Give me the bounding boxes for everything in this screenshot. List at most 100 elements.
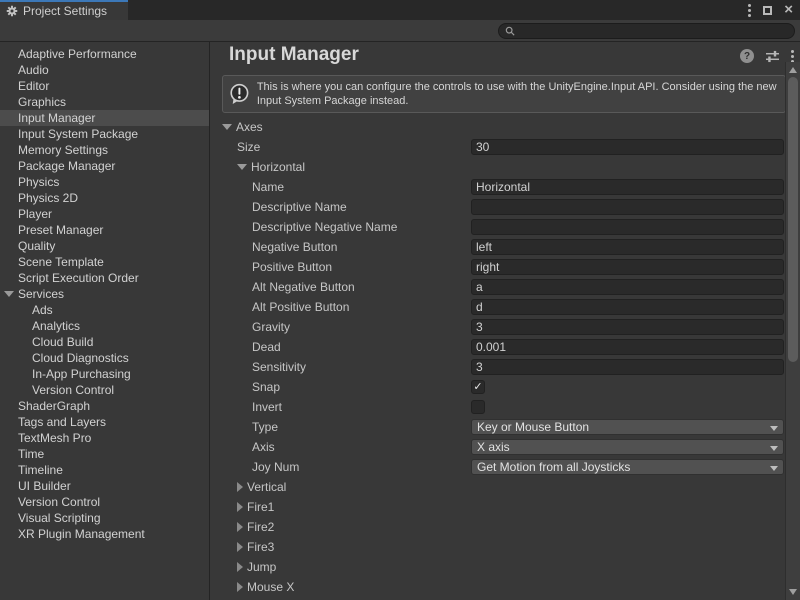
setting-label-vertical[interactable]: Vertical	[247, 480, 286, 494]
page-title: Input Manager	[229, 44, 359, 66]
foldout-closed-icon[interactable]	[237, 482, 243, 492]
sidebar-item-label: Time	[18, 447, 44, 461]
search-input[interactable]	[519, 25, 788, 37]
type-dropdown[interactable]: Key or Mouse Button	[471, 419, 784, 435]
foldout-closed-icon[interactable]	[237, 502, 243, 512]
sidebar-item-shadergraph[interactable]: ShaderGraph	[0, 398, 209, 414]
scroll-down-icon[interactable]	[789, 589, 797, 595]
sidebar-item-ads[interactable]: Ads	[0, 302, 209, 318]
sidebar-item-services[interactable]: Services	[0, 286, 209, 302]
foldout-open-icon[interactable]	[4, 291, 14, 297]
setting-label-horizontal[interactable]: Horizontal	[251, 160, 305, 174]
info-icon	[229, 80, 250, 108]
setting-label-gravity: Gravity	[252, 320, 290, 334]
setting-row-alt-negative-button: Alt Negative Buttona	[213, 277, 785, 297]
presets-icon[interactable]	[765, 50, 780, 63]
panel-more-menu-icon[interactable]	[791, 50, 794, 63]
tab-label: Project Settings	[23, 4, 107, 18]
axis-dropdown[interactable]: X axis	[471, 439, 784, 455]
setting-label-axis: Axis	[252, 440, 275, 454]
sidebar-item-timeline[interactable]: Timeline	[0, 462, 209, 478]
setting-row-vertical: Vertical	[213, 477, 785, 497]
sidebar-item-scene-template[interactable]: Scene Template	[0, 254, 209, 270]
tab-project-settings[interactable]: Project Settings	[0, 0, 128, 20]
setting-row-fire3: Fire3	[213, 537, 785, 557]
vertical-scrollbar[interactable]	[785, 62, 800, 600]
setting-row-horizontal: Horizontal	[213, 157, 785, 177]
sidebar-item-input-manager[interactable]: Input Manager	[0, 110, 209, 126]
search-box[interactable]	[498, 23, 795, 39]
sidebar-item-cloud-build[interactable]: Cloud Build	[0, 334, 209, 350]
foldout-open-icon[interactable]	[222, 124, 232, 130]
sidebar-item-audio[interactable]: Audio	[0, 62, 209, 78]
sidebar-item-quality[interactable]: Quality	[0, 238, 209, 254]
descriptive-name-field[interactable]	[471, 199, 784, 215]
alt-negative-button-field[interactable]: a	[471, 279, 784, 295]
sidebar-item-player[interactable]: Player	[0, 206, 209, 222]
setting-row-axes: Axes	[213, 117, 785, 137]
sidebar-item-ui-builder[interactable]: UI Builder	[0, 478, 209, 494]
scroll-up-icon[interactable]	[789, 67, 797, 73]
sidebar-item-script-execution-order[interactable]: Script Execution Order	[0, 270, 209, 286]
sidebar-item-xr-plugin-management[interactable]: XR Plugin Management	[0, 526, 209, 542]
sidebar-item-in-app-purchasing[interactable]: In-App Purchasing	[0, 366, 209, 382]
info-text: This is where you can configure the cont…	[257, 80, 777, 108]
sidebar-item-label: Visual Scripting	[18, 511, 101, 525]
sidebar-item-tags-and-layers[interactable]: Tags and Layers	[0, 414, 209, 430]
window-menu-icon[interactable]	[748, 4, 751, 17]
sidebar-item-analytics[interactable]: Analytics	[0, 318, 209, 334]
setting-label-descriptive-negative-name: Descriptive Negative Name	[252, 220, 397, 234]
joy-num-dropdown[interactable]: Get Motion from all Joysticks	[471, 459, 784, 475]
snap-checkbox[interactable]: ✓	[471, 380, 485, 394]
setting-label-mouse-x[interactable]: Mouse X	[247, 580, 294, 594]
sidebar-item-preset-manager[interactable]: Preset Manager	[0, 222, 209, 238]
foldout-closed-icon[interactable]	[237, 542, 243, 552]
setting-label-fire1[interactable]: Fire1	[247, 500, 274, 514]
sidebar-item-graphics[interactable]: Graphics	[0, 94, 209, 110]
sidebar-item-adaptive-performance[interactable]: Adaptive Performance	[0, 46, 209, 62]
maximize-icon[interactable]	[763, 6, 772, 15]
sidebar-item-label: Script Execution Order	[18, 271, 139, 285]
help-icon[interactable]: ?	[740, 49, 754, 63]
tab-bar: Project Settings ×	[0, 0, 800, 20]
sidebar-item-label: Input Manager	[18, 111, 95, 125]
sidebar-item-input-system-package[interactable]: Input System Package	[0, 126, 209, 142]
setting-label-fire3[interactable]: Fire3	[247, 540, 274, 554]
positive-button-field[interactable]: right	[471, 259, 784, 275]
sidebar-item-version-control[interactable]: Version Control	[0, 382, 209, 398]
descriptive-negative-name-field[interactable]	[471, 219, 784, 235]
foldout-open-icon[interactable]	[237, 164, 247, 170]
close-icon[interactable]: ×	[784, 5, 793, 15]
foldout-closed-icon[interactable]	[237, 582, 243, 592]
sidebar-item-textmesh-pro[interactable]: TextMesh Pro	[0, 430, 209, 446]
setting-row-fire1: Fire1	[213, 497, 785, 517]
setting-label-fire2[interactable]: Fire2	[247, 520, 274, 534]
size-field[interactable]: 30	[471, 139, 784, 155]
setting-label-axes[interactable]: Axes	[236, 120, 263, 134]
setting-label-size: Size	[237, 140, 260, 154]
chevron-down-icon	[770, 466, 778, 471]
name-field[interactable]: Horizontal	[471, 179, 784, 195]
negative-button-field[interactable]: left	[471, 239, 784, 255]
sidebar-item-time[interactable]: Time	[0, 446, 209, 462]
sidebar-item-physics[interactable]: Physics	[0, 174, 209, 190]
foldout-closed-icon[interactable]	[237, 522, 243, 532]
setting-label-jump[interactable]: Jump	[247, 560, 276, 574]
sidebar-item-label: Ads	[32, 303, 53, 317]
sidebar-item-package-manager[interactable]: Package Manager	[0, 158, 209, 174]
alt-positive-button-field[interactable]: d	[471, 299, 784, 315]
foldout-closed-icon[interactable]	[237, 562, 243, 572]
sidebar-item-editor[interactable]: Editor	[0, 78, 209, 94]
sidebar-item-version-control[interactable]: Version Control	[0, 494, 209, 510]
sidebar-item-memory-settings[interactable]: Memory Settings	[0, 142, 209, 158]
sidebar-item-physics-2d[interactable]: Physics 2D	[0, 190, 209, 206]
dead-field[interactable]: 0.001	[471, 339, 784, 355]
sidebar-item-visual-scripting[interactable]: Visual Scripting	[0, 510, 209, 526]
settings-sidebar: Adaptive PerformanceAudioEditorGraphicsI…	[0, 42, 210, 600]
sidebar-item-label: Quality	[18, 239, 55, 253]
sidebar-item-cloud-diagnostics[interactable]: Cloud Diagnostics	[0, 350, 209, 366]
gravity-field[interactable]: 3	[471, 319, 784, 335]
sensitivity-field[interactable]: 3	[471, 359, 784, 375]
invert-checkbox[interactable]	[471, 400, 485, 414]
scrollbar-thumb[interactable]	[788, 77, 798, 362]
